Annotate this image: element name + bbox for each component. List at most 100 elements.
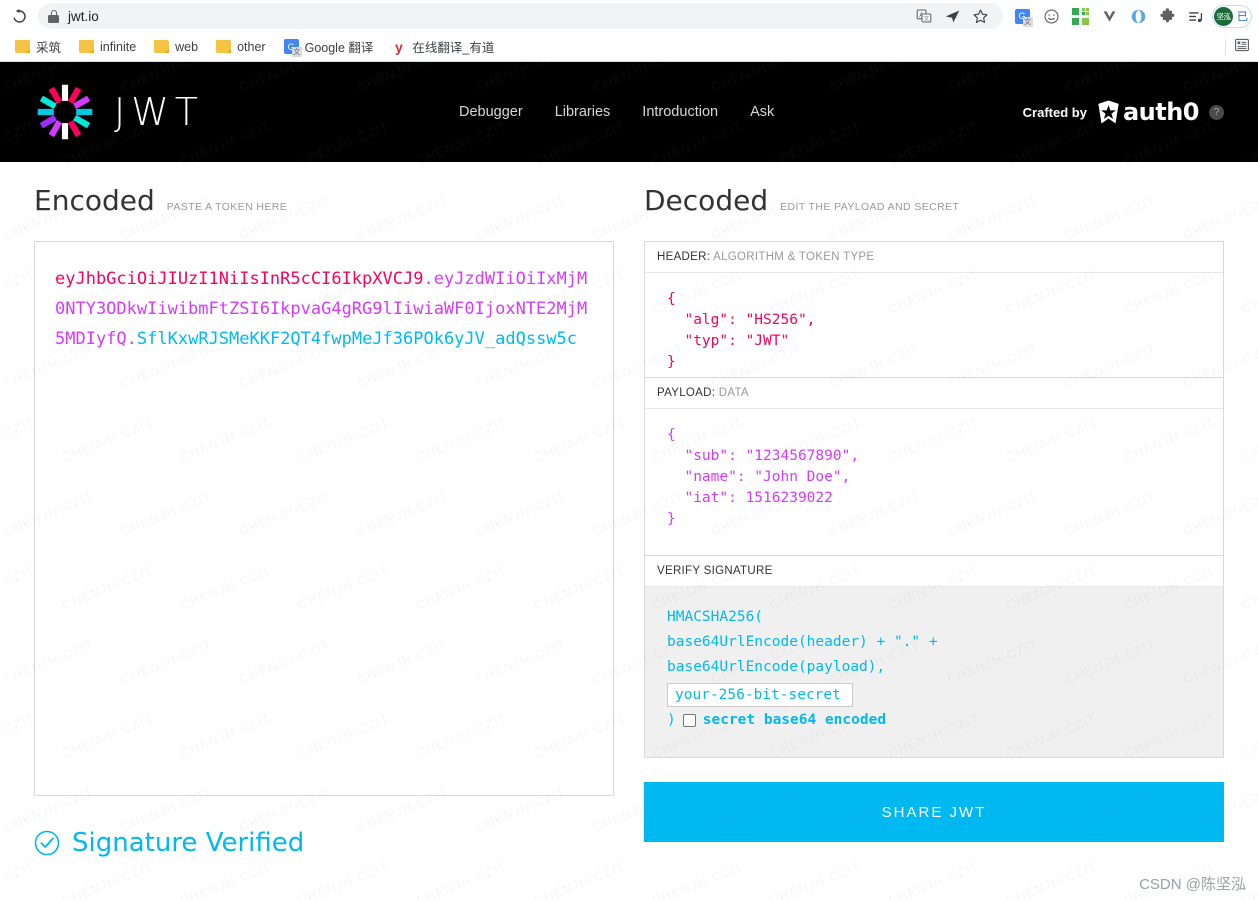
- playlist-extension-icon[interactable]: [1183, 3, 1209, 29]
- encoded-header: Encoded PASTE A TOKEN HERE: [34, 184, 614, 217]
- bookmark-google-translate[interactable]: G Google 翻译: [277, 34, 381, 59]
- sync-status-label: 已: [1237, 11, 1248, 23]
- send-to-device-icon-svg: [945, 10, 959, 22]
- header-panel-label-value: ALGORITHM & TOKEN TYPE: [713, 251, 875, 263]
- encoded-column: Encoded PASTE A TOKEN HERE eyJhbGciOiJIU…: [34, 184, 614, 900]
- token-signature-segment: SflKxwRJSMeKKF2QT4fwpMeJf36POk6yJV_adQss…: [136, 329, 578, 349]
- decoded-title: Decoded: [644, 184, 769, 217]
- nav-item-ask[interactable]: Ask: [750, 104, 774, 120]
- reload-icon-svg: [13, 8, 26, 23]
- encoded-title: Encoded: [34, 184, 155, 217]
- secret-input[interactable]: [667, 683, 853, 707]
- qr-code-extension-icon[interactable]: [1067, 3, 1093, 29]
- opera-touch-extension-icon[interactable]: [1125, 3, 1151, 29]
- emoji-extension-icon-svg: [1043, 8, 1059, 24]
- signature-status-text: Signature Verified: [72, 828, 305, 858]
- bookmark-star-icon[interactable]: [967, 3, 993, 29]
- verify-signature-panel: VERIFY SIGNATURE HMACSHA256( base64UrlEn…: [644, 556, 1224, 758]
- secret-base64-checkbox[interactable]: [682, 714, 696, 727]
- google-translate-extension-icon[interactable]: G: [1009, 3, 1035, 29]
- vimium-extension-icon[interactable]: [1096, 3, 1122, 29]
- nav-item-libraries[interactable]: Libraries: [555, 104, 611, 120]
- address-bar[interactable]: jwt.io A 文: [38, 3, 1003, 29]
- auth0-wordmark: auth0: [1122, 98, 1200, 126]
- jwt-pinwheel-logo-svg: [37, 84, 93, 140]
- auth0-shield-icon-svg: [1098, 100, 1119, 124]
- jwt-wordmark: JWT: [114, 90, 204, 134]
- token-header-segment: eyJhbGciOiJIUzI1NiIsInR5cCI6IkpXVCJ9: [55, 269, 424, 289]
- folder-icon: [79, 40, 95, 53]
- header-panel: HEADER: ALGORITHM & TOKEN TYPE { "alg": …: [644, 241, 1224, 378]
- translate-page-icon-svg: A 文: [916, 9, 932, 23]
- bookmark-label: other: [237, 39, 266, 54]
- jwt-pinwheel-logo: [34, 81, 96, 143]
- help-icon[interactable]: ?: [1209, 104, 1224, 120]
- bookmark-caizhu[interactable]: 采筑: [8, 34, 68, 59]
- encoded-subtitle: PASTE A TOKEN HERE: [166, 201, 288, 213]
- site-header: JWT Debugger Libraries Introduction Ask …: [0, 62, 1258, 162]
- main-nav: Debugger Libraries Introduction Ask: [459, 104, 774, 120]
- signature-status: Signature Verified: [34, 828, 614, 858]
- auth0-logo[interactable]: auth0: [1097, 98, 1200, 126]
- token-separator: .: [423, 269, 434, 289]
- reading-list-icon[interactable]: [1234, 37, 1250, 58]
- bookmark-label: Google 翻译: [304, 41, 374, 55]
- divider: [1225, 39, 1226, 55]
- extensions-puzzle-icon-svg: [1159, 7, 1174, 22]
- decoded-column: Decoded EDIT THE PAYLOAD AND SECRET HEAD…: [644, 184, 1224, 900]
- bookmarks-bar: 采筑 infinite web other G Google 翻译 y 在线翻译…: [0, 32, 1258, 62]
- encoded-token-input[interactable]: eyJhbGciOiJIUzI1NiIsInR5cCI6IkpXVCJ9.eyJ…: [34, 241, 614, 796]
- translate-page-icon[interactable]: A 文: [911, 3, 937, 29]
- browser-toolbar: jwt.io A 文 G 文 坚泓 已: [0, 0, 1258, 32]
- emoji-extension-icon[interactable]: [1038, 3, 1064, 29]
- profile-chip[interactable]: 坚泓 已: [1212, 4, 1252, 28]
- hmac-line-3: base64UrlEncode(payload),: [667, 659, 886, 675]
- header-json-editor[interactable]: { "alg": "HS256", "typ": "JWT" }: [645, 273, 1223, 377]
- brand[interactable]: JWT: [34, 81, 204, 143]
- google-translate-icon: G: [283, 39, 302, 57]
- youdao-icon: y: [394, 38, 403, 55]
- payload-panel-label-key: PAYLOAD:: [657, 387, 716, 399]
- payload-json-editor[interactable]: { "sub": "1234567890", "name": "John Doe…: [645, 409, 1223, 555]
- bookmark-label: infinite: [100, 39, 137, 54]
- verify-signature-body: HMACSHA256( base64UrlEncode(header) + ".…: [645, 587, 1223, 757]
- nav-item-introduction[interactable]: Introduction: [642, 104, 718, 120]
- secret-base64-label: secret base64 encoded: [702, 712, 887, 728]
- nav-item-debugger[interactable]: Debugger: [459, 104, 523, 120]
- share-jwt-button[interactable]: SHARE JWT: [644, 782, 1224, 842]
- reload-icon[interactable]: [6, 3, 32, 29]
- decoded-header: Decoded EDIT THE PAYLOAD AND SECRET: [644, 184, 1224, 217]
- verify-panel-label-key: VERIFY SIGNATURE: [657, 565, 773, 577]
- debugger-content: Encoded PASTE A TOKEN HERE eyJhbGciOiJIU…: [0, 162, 1258, 900]
- hmac-line-1: HMACSHA256(: [667, 609, 764, 625]
- crafted-by: Crafted by auth0 ?: [1023, 98, 1224, 126]
- hmac-line-2: base64UrlEncode(header) + "." +: [667, 634, 938, 650]
- vimium-extension-icon-svg: [1103, 10, 1115, 22]
- bookmark-star-icon-svg: [972, 8, 988, 23]
- bookmark-web[interactable]: web: [147, 37, 205, 57]
- opera-touch-extension-icon-svg: [1131, 9, 1145, 23]
- bookmark-youdao[interactable]: y 在线翻译_有道: [384, 34, 501, 59]
- decoded-subtitle: EDIT THE PAYLOAD AND SECRET: [780, 201, 960, 213]
- encoded-token-text: eyJhbGciOiJIUzI1NiIsInR5cCI6IkpXVCJ9.eyJ…: [55, 264, 593, 354]
- token-separator: .: [126, 329, 137, 349]
- bookmark-other[interactable]: other: [209, 37, 273, 57]
- browser-chrome: jwt.io A 文 G 文 坚泓 已 采筑 infinite web othe…: [0, 0, 1258, 62]
- google-translate-glyph: G: [1014, 8, 1033, 27]
- header-panel-label: HEADER: ALGORITHM & TOKEN TYPE: [645, 242, 1223, 273]
- check-circle-icon: [34, 830, 60, 856]
- verify-panel-label: VERIFY SIGNATURE: [645, 556, 1223, 587]
- base64-row: ) secret base64 encoded: [667, 708, 1201, 733]
- payload-panel: PAYLOAD: DATA { "sub": "1234567890", "na…: [644, 378, 1224, 556]
- check-circle-icon-svg: [34, 830, 60, 856]
- bookmark-infinite[interactable]: infinite: [72, 37, 143, 57]
- extensions-puzzle-icon[interactable]: [1154, 3, 1180, 29]
- crafted-by-label: Crafted by: [1022, 104, 1087, 120]
- csdn-watermark: CSDN @陈坚泓: [1139, 876, 1246, 893]
- payload-panel-label: PAYLOAD: DATA: [645, 378, 1223, 409]
- send-to-device-icon[interactable]: [939, 3, 965, 29]
- payload-panel-label-value: DATA: [718, 387, 749, 399]
- header-panel-label-key: HEADER:: [657, 251, 711, 263]
- folder-icon: [216, 40, 232, 53]
- bookmark-label: 采筑: [36, 41, 62, 55]
